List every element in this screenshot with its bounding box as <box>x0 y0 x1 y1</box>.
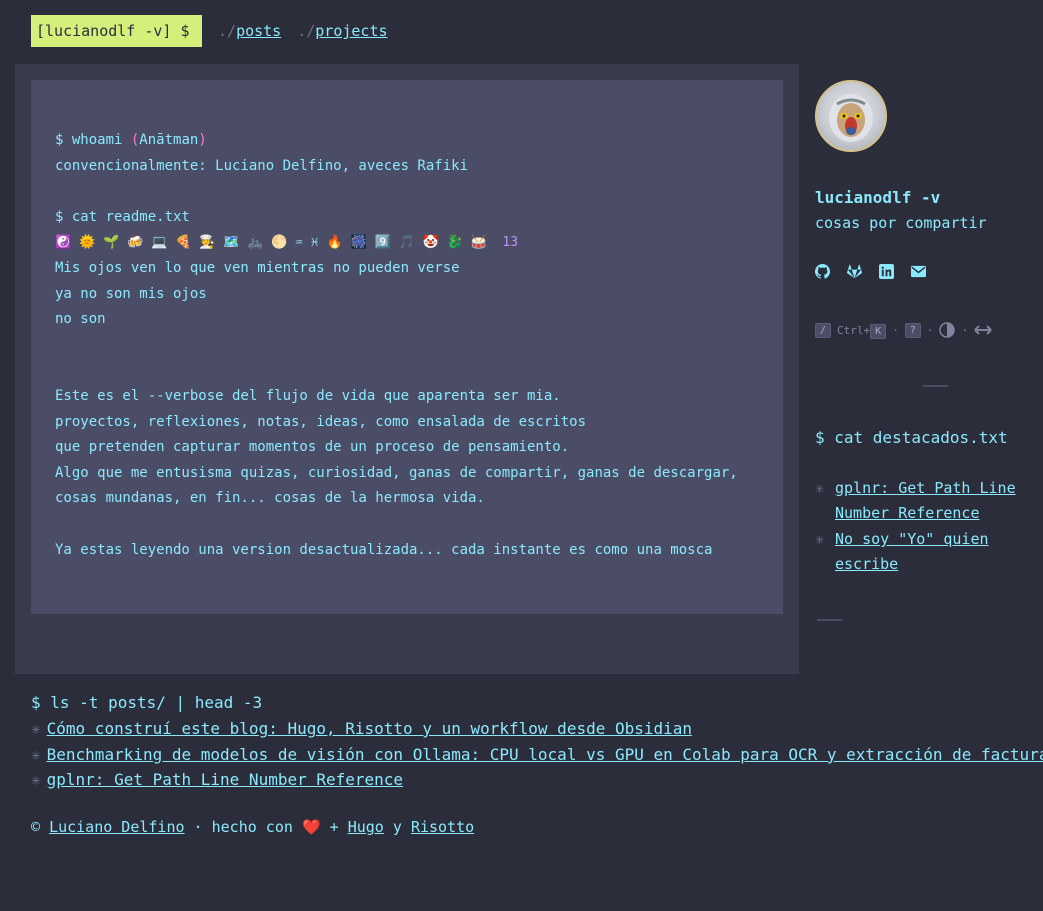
closing-line: Ya estas leyendo una version desactualiz… <box>55 542 713 558</box>
list-item: ✳ No soy "Yo" quien escribe <box>815 530 989 573</box>
sidebar-divider-bottom: ——— <box>817 612 843 628</box>
site-title-badge[interactable]: [lucianodlf -v] $ <box>31 15 202 47</box>
width-toggle-icon[interactable] <box>974 323 992 337</box>
nav-link-posts[interactable]: posts <box>236 22 281 40</box>
site-header: [lucianodlf -v] $ ./posts ./projects <box>31 15 388 47</box>
whoami-command: $ whoami (Anātman) <box>55 132 207 148</box>
featured-link[interactable]: gplnr: Get Path Line Number Reference <box>835 479 1016 522</box>
gitlab-icon[interactable] <box>847 264 862 279</box>
rafiki-avatar-icon <box>829 94 873 142</box>
recent-list: ✳ Cómo construí este blog: Hugo, Risotto … <box>31 716 1043 793</box>
sidebar-divider: ——— <box>923 378 949 394</box>
recent-post-link[interactable]: gplnr: Get Path Line Number Reference <box>47 770 403 789</box>
list-item: ✳ gplnr: Get Path Line Number Reference <box>815 479 1016 522</box>
sidebar-tagline: cosas por compartir <box>815 214 987 232</box>
help-shortcut-key[interactable]: ? <box>904 322 921 338</box>
main-content: $ whoami (Anātman) convencionalmente: Lu… <box>15 64 799 674</box>
email-icon[interactable] <box>911 264 926 279</box>
footer: © Luciano Delfino · hecho con ❤️ + Hugo … <box>31 818 475 836</box>
featured-command: $ cat destacados.txt <box>815 428 1008 447</box>
github-icon[interactable] <box>815 264 830 279</box>
recent-post-link[interactable]: Cómo construí este blog: Hugo, Risotto y… <box>47 719 692 738</box>
poem-line: Mis ojos ven lo que ven mientras no pued… <box>55 260 460 276</box>
theme-toggle-icon[interactable] <box>939 322 956 338</box>
linkedin-icon[interactable] <box>879 264 894 279</box>
paragraph-line: cosas mundanas, en fin... cosas de la he… <box>55 490 485 506</box>
paragraph-line: que pretenden capturar momentos de un pr… <box>55 439 570 455</box>
nav-posts: ./posts <box>218 22 282 40</box>
risotto-link[interactable]: Risotto <box>411 818 474 836</box>
featured-link[interactable]: No soy "Yo" quien escribe <box>835 530 989 573</box>
list-item: ✳ gplnr: Get Path Line Number Reference <box>31 770 404 789</box>
whoami-alias: Anātman <box>139 132 199 148</box>
recent-posts: $ ls -t posts/ | head -3 ✳ Cómo construí … <box>31 690 1043 793</box>
paragraph-line: Este es el --verbose del flujo de vida q… <box>55 388 561 404</box>
poem-line: ya no son mis ojos <box>55 286 207 302</box>
list-item: ✳ Benchmarking de modelos de visión con O… <box>31 742 1043 768</box>
social-links <box>815 264 926 279</box>
featured-list: ✳ gplnr: Get Path Line Number Reference ✳… <box>815 476 1030 578</box>
search-shortcut-key[interactable]: / <box>815 322 832 338</box>
avatar[interactable] <box>815 80 887 152</box>
heart-icon: ❤️ <box>301 818 321 836</box>
paragraph-line: Algo que me entusisma quizas, curiosidad… <box>55 465 738 481</box>
recent-command: $ ls -t posts/ | head -3 <box>31 693 263 712</box>
paragraph-line: proyectos, reflexiones, notas, ideas, co… <box>55 414 587 430</box>
recent-post-link[interactable]: Benchmarking de modelos de visión con Ol… <box>47 745 1043 764</box>
poem-line: no son <box>55 311 106 327</box>
author-link[interactable]: Luciano Delfino <box>49 818 184 836</box>
nav-link-projects[interactable]: projects <box>315 22 387 40</box>
hugo-link[interactable]: Hugo <box>348 818 384 836</box>
readme-box: $ whoami (Anātman) convencionalmente: Lu… <box>31 80 783 614</box>
list-item: ✳ Cómo construí este blog: Hugo, Risotto … <box>31 719 693 738</box>
emoji-list: ☯️ 🌞 🌱 🍻 💻 🍕 🧑‍🍳 🗺️ 🚲 🌕 ♒ ♓ 🔥 🎆 9️⃣ 🎵 🤡 … <box>55 235 487 250</box>
keyboard-shortcuts: / Ctrl+ K · ? · · <box>815 322 992 339</box>
cat-readme-command: $ cat readme.txt <box>55 209 190 225</box>
nav-projects: ./projects <box>297 22 388 40</box>
emoji-count: 13 <box>502 235 519 250</box>
sidebar-name: lucianodlf -v <box>815 188 941 207</box>
k-shortcut-key[interactable]: K <box>870 323 887 339</box>
ctrl-label: Ctrl+ K <box>837 323 887 339</box>
conventional-name: convencionalmente: Luciano Delfino, avec… <box>55 158 469 174</box>
emoji-row: ☯️ 🌞 🌱 🍻 💻 🍕 🧑‍🍳 🗺️ 🚲 🌕 ♒ ♓ 🔥 🎆 9️⃣ 🎵 🤡 … <box>55 235 518 250</box>
